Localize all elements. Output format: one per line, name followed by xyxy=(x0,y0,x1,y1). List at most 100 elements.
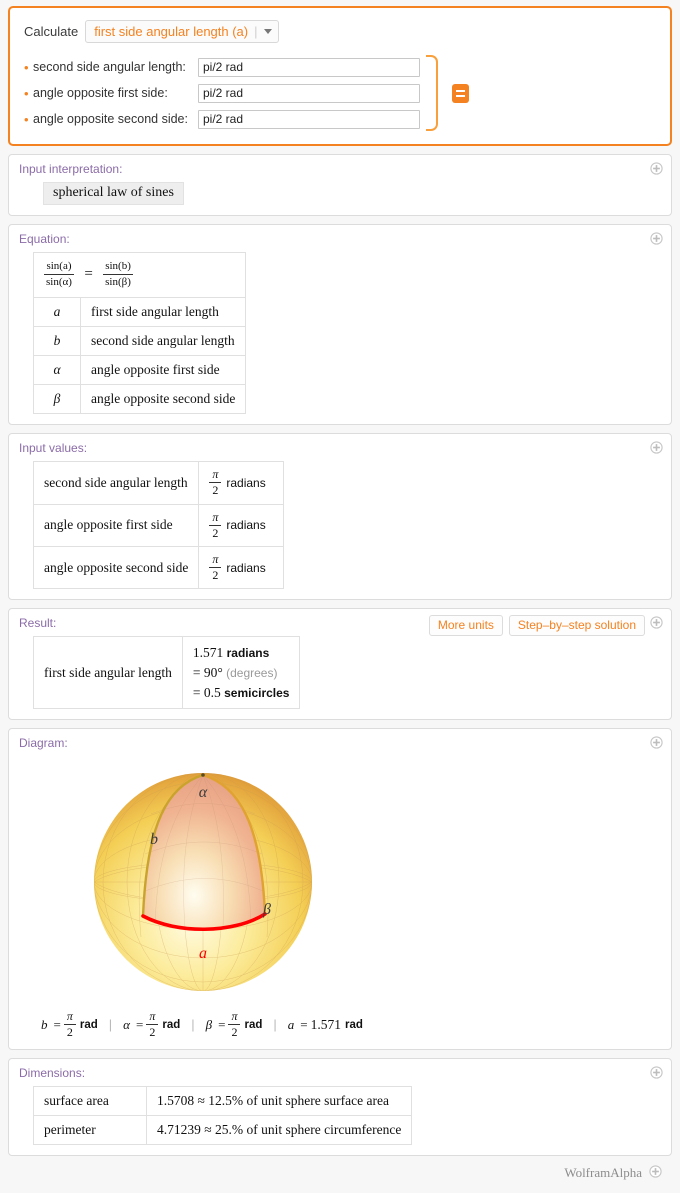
more-units-button[interactable]: More units xyxy=(428,615,503,637)
fraction-denominator: 2 xyxy=(66,1025,73,1040)
result-alt-line-1: = 90° (degrees) xyxy=(193,663,290,683)
angle-opposite-first-side-input[interactable] xyxy=(198,83,420,103)
footer: WolframAlpha xyxy=(8,1160,672,1186)
bullet-icon: • xyxy=(24,59,29,75)
formula-cell: sin(a) sin(α) = sin(b) sin(β) xyxy=(32,251,247,299)
variable-meaning: angle opposite second side xyxy=(79,384,247,415)
label-b: b xyxy=(150,831,158,848)
variable-meaning: first side angular length xyxy=(79,297,247,328)
caption-item-b: b = π 2 rad xyxy=(41,1009,98,1040)
caption-item-beta: β = π 2 rad xyxy=(205,1009,263,1039)
diagram-area: α b β a xyxy=(19,756,661,1006)
diagram-caption: b = π 2 rad | α = π 2 rad | β = π 2 rad … xyxy=(41,1009,661,1040)
bullet-icon: • xyxy=(24,85,29,101)
caption-separator: | xyxy=(191,1017,195,1033)
calculate-row: Calculate first side angular length (a) … xyxy=(24,20,656,43)
field-label: angle opposite second side: xyxy=(33,112,188,126)
field-label: angle opposite first side: xyxy=(33,86,168,100)
grouping-brace xyxy=(426,55,438,131)
result-alt-2-unit: semicircles xyxy=(224,685,290,700)
value-name: angle opposite first side xyxy=(32,503,200,548)
input-values-pod: Input values: second side angular length… xyxy=(8,433,672,601)
fields-list: • second side angular length: • angle op… xyxy=(24,57,420,129)
field-label: second side angular length: xyxy=(33,60,186,74)
caption-item-alpha: α = π 2 rad xyxy=(123,1009,181,1039)
table-row: surface area 1.5708 ≈ 12.5% of unit sphe… xyxy=(33,1086,413,1117)
fraction-numerator: π xyxy=(209,552,222,569)
calculate-label: Calculate xyxy=(24,24,79,39)
plus-circle-icon[interactable] xyxy=(649,1165,662,1181)
equals-sign: = xyxy=(84,265,93,282)
result-row-name: first side angular length xyxy=(33,636,183,710)
fraction-numerator: π xyxy=(209,510,222,526)
table-row: α angle opposite first side xyxy=(33,355,247,386)
value-name: angle opposite second side xyxy=(32,546,200,590)
plus-circle-icon[interactable] xyxy=(650,232,663,245)
variable-symbol: β xyxy=(33,384,81,415)
fraction-denominator: 2 xyxy=(212,483,219,498)
value-name: second side angular length xyxy=(32,461,200,505)
pod-title: Diagram: xyxy=(19,736,68,751)
dimensions-pod: Dimensions: surface area 1.5708 ≈ 12.5% … xyxy=(8,1058,672,1157)
plus-circle-icon[interactable] xyxy=(650,441,663,454)
plus-circle-icon[interactable] xyxy=(650,736,663,749)
caption-equals: = xyxy=(135,1016,144,1032)
input-pod: Calculate first side angular length (a) … xyxy=(8,6,672,146)
label-a: a xyxy=(199,945,207,962)
diagram-pod: Diagram: α b β a b = π 2 rad | α = π 2 r… xyxy=(8,728,672,1051)
angle-opposite-second-side-input[interactable] xyxy=(198,109,420,129)
left-denominator: sin(α) xyxy=(46,275,72,288)
caption-equals: = xyxy=(53,1016,61,1032)
fraction-numerator: π xyxy=(146,1009,159,1026)
plus-circle-icon[interactable] xyxy=(650,162,663,175)
left-fraction: sin(a) sin(α) xyxy=(44,260,74,288)
caption-symbol: b xyxy=(41,1016,48,1032)
label-alpha: α xyxy=(199,784,208,801)
result-primary-line: 1.571 radians xyxy=(193,643,290,663)
caption-separator: | xyxy=(273,1017,277,1033)
table-row: second side angular length π 2 radians xyxy=(32,461,285,505)
result-actions: More units Step–by–step solution xyxy=(428,615,645,637)
caption-separator: | xyxy=(108,1017,113,1033)
plus-circle-icon[interactable] xyxy=(650,1066,663,1080)
caption-unit: rad xyxy=(162,1018,181,1031)
interpretation-chip: spherical law of sines xyxy=(43,182,184,205)
label-beta: β xyxy=(262,901,271,918)
right-denominator: sin(β) xyxy=(105,275,131,288)
spherical-triangle-figure: α b β a xyxy=(81,762,325,1002)
dimension-value: 4.71239 ≈ 25.% of unit sphere circumfere… xyxy=(145,1115,413,1146)
unit-label: radians xyxy=(226,518,266,533)
value-cell: π 2 radians xyxy=(198,503,285,548)
sphere-svg: α b β a xyxy=(94,773,312,992)
plus-circle-icon[interactable] xyxy=(650,616,663,630)
result-alt-line-2: = 0.5 semicircles xyxy=(193,683,290,703)
table-row: angle opposite first side π 2 radians xyxy=(32,503,285,548)
pod-title: Equation: xyxy=(19,232,70,246)
table-row: first side angular length 1.571 radians … xyxy=(33,636,301,710)
table-row: angle opposite second side π 2 radians xyxy=(32,546,285,590)
dimensions-table: surface area 1.5708 ≈ 12.5% of unit sphe… xyxy=(33,1086,413,1146)
result-values-cell: 1.571 radians = 90° (degrees) = 0.5 semi… xyxy=(181,636,301,710)
result-table: first side angular length 1.571 radians … xyxy=(33,636,301,710)
caption-equals: = xyxy=(218,1016,226,1032)
second-side-angular-length-input[interactable] xyxy=(198,57,420,77)
input-interpretation-pod: Input interpretation: spherical law of s… xyxy=(8,154,672,216)
dimension-name: perimeter xyxy=(33,1115,147,1146)
equation-pod: Equation: sin(a) sin(α) = sin(b) sin(β) … xyxy=(8,224,672,426)
caption-fraction: π 2 xyxy=(228,1009,241,1039)
field-row: • second side angular length: xyxy=(24,57,420,77)
pi-fraction: π 2 xyxy=(209,510,222,540)
caption-unit: rad xyxy=(79,1018,98,1031)
result-alt-1-unit: (degrees) xyxy=(226,665,278,680)
fraction-numerator: π xyxy=(63,1009,76,1026)
variable-symbol: b xyxy=(33,326,81,357)
result-primary-value: 1.571 xyxy=(192,645,224,661)
caption-symbol: β xyxy=(205,1016,213,1032)
right-numerator: sin(b) xyxy=(103,260,133,275)
quantity-dropdown[interactable]: first side angular length (a) | xyxy=(85,20,279,43)
dimension-value: 1.5708 ≈ 12.5% of unit sphere surface ar… xyxy=(145,1086,413,1117)
step-by-step-solution-button[interactable]: Step–by–step solution xyxy=(508,615,645,637)
equals-icon[interactable] xyxy=(452,83,469,103)
pi-fraction: π 2 xyxy=(209,552,222,582)
pod-title: Input interpretation: xyxy=(19,162,123,176)
